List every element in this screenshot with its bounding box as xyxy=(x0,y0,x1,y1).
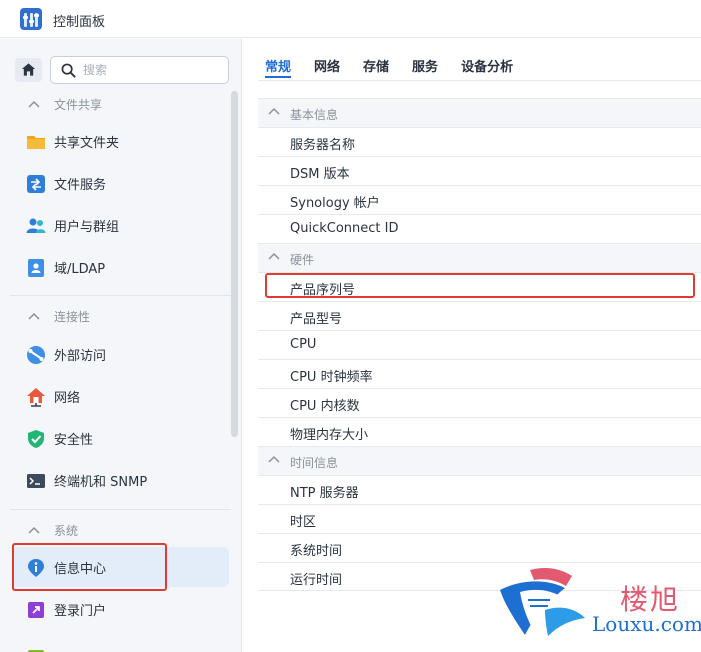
table-row: 物理内存大小 xyxy=(258,417,701,446)
sidebar-item-file-services[interactable]: 文件服务 xyxy=(12,163,229,203)
home-icon xyxy=(21,63,36,76)
tab-services[interactable]: 服务 xyxy=(412,56,438,78)
row-label: CPU 内核数 xyxy=(290,399,360,414)
table-row: NTP 服务器 xyxy=(258,475,701,504)
section-label: 文件共享 xyxy=(54,97,103,112)
search-icon xyxy=(61,63,76,78)
table-row: DSM 版本 xyxy=(258,156,701,185)
group-header-basic-info[interactable]: 基本信息 xyxy=(258,98,701,127)
sidebar-item-external-access[interactable]: 外部访问 xyxy=(12,334,229,374)
section-label: 连接性 xyxy=(54,309,91,324)
sidebar-item-shared-folder[interactable]: 共享文件夹 xyxy=(12,121,229,161)
chevron-up-icon xyxy=(28,100,40,108)
control-panel-app-icon xyxy=(20,8,42,30)
table-row: QuickConnect ID xyxy=(258,214,701,243)
row-label: CPU xyxy=(290,337,317,352)
shield-icon xyxy=(28,430,44,448)
group-header-hardware[interactable]: 硬件 xyxy=(258,243,701,272)
folder-icon xyxy=(27,136,45,149)
home-button[interactable] xyxy=(15,58,42,82)
table-row: CPU xyxy=(258,330,701,359)
table-row: CPU 内核数 xyxy=(258,388,701,417)
table-row: 服务器名称 xyxy=(258,127,701,156)
users-icon xyxy=(26,218,46,233)
sidebar-item-label: 网络 xyxy=(54,391,81,406)
group-label: 时间信息 xyxy=(290,456,339,470)
row-label: 运行时间 xyxy=(290,573,343,588)
group-label: 基本信息 xyxy=(290,108,339,122)
sidebar-scrollbar[interactable] xyxy=(231,91,238,437)
tab-network[interactable]: 网络 xyxy=(314,56,340,78)
table-row: 系统时间 xyxy=(258,533,701,562)
section-divider xyxy=(10,295,231,296)
terminal-icon xyxy=(27,474,45,488)
row-label: 系统时间 xyxy=(290,544,343,559)
sidebar-item-label: 域/LDAP xyxy=(54,262,106,277)
sidebar-item-security[interactable]: 安全性 xyxy=(12,418,229,458)
ldap-icon xyxy=(28,259,44,277)
chevron-up-icon xyxy=(28,312,40,320)
sidebar-item-label: 用户与群组 xyxy=(54,220,120,235)
tab-storage[interactable]: 存储 xyxy=(363,56,389,78)
section-header-system[interactable]: 系统 xyxy=(28,520,78,540)
tab-general[interactable]: 常规 xyxy=(265,56,292,78)
sidebar-item-label: 登录门户 xyxy=(54,604,107,619)
chevron-up-icon xyxy=(268,107,280,115)
sidebar: 文件共享 共享文件夹 文件服务 用户与群组 域/LDAP xyxy=(0,39,242,652)
login-portal-icon xyxy=(28,602,44,618)
table-row: 产品序列号 xyxy=(258,272,701,301)
search-input[interactable] xyxy=(83,61,223,79)
sidebar-item-label: 共享文件夹 xyxy=(54,136,120,151)
table-row: CPU 时钟频率 xyxy=(258,359,701,388)
row-label: CPU 时钟频率 xyxy=(290,370,373,385)
window-title: 控制面板 xyxy=(53,15,106,30)
sidebar-item-terminal-snmp[interactable]: 终端机和 SNMP xyxy=(12,460,229,500)
section-divider xyxy=(10,509,231,510)
sidebar-item-label: 安全性 xyxy=(54,433,94,448)
row-label: 时区 xyxy=(290,515,317,530)
row-label: DSM 版本 xyxy=(290,167,350,182)
section-label: 系统 xyxy=(54,523,79,538)
sidebar-item-label: 文件服务 xyxy=(54,178,107,193)
network-icon xyxy=(27,388,45,407)
file-services-icon xyxy=(27,175,45,193)
section-header-connectivity[interactable]: 连接性 xyxy=(28,306,90,326)
row-label: 产品序列号 xyxy=(290,283,356,298)
external-access-icon xyxy=(27,346,45,364)
chevron-up-icon xyxy=(28,526,40,534)
watermark-en-text: Louxu.com xyxy=(592,612,701,636)
group-header-time-info[interactable]: 时间信息 xyxy=(258,446,701,475)
sidebar-item-users-groups[interactable]: 用户与群组 xyxy=(12,205,229,245)
row-label: NTP 服务器 xyxy=(290,486,359,501)
sidebar-item-label: 外部访问 xyxy=(54,349,107,364)
sidebar-item-next-partial[interactable] xyxy=(12,631,229,652)
tab-bar: 常规 网络 存储 服务 设备分析 xyxy=(258,56,536,82)
row-label: 物理内存大小 xyxy=(290,428,369,443)
table-row: 产品型号 xyxy=(258,301,701,330)
app-icon xyxy=(28,650,44,652)
sidebar-item-network[interactable]: 网络 xyxy=(12,376,229,416)
row-label: Synology 帐户 xyxy=(290,196,380,211)
sidebar-item-info-center[interactable]: 信息中心 xyxy=(12,547,229,587)
row-label: 服务器名称 xyxy=(290,138,356,153)
info-icon xyxy=(28,559,44,577)
title-bar: 控制面板 xyxy=(0,0,701,38)
table-row: Synology 帐户 xyxy=(258,185,701,214)
section-header-file-sharing[interactable]: 文件共享 xyxy=(28,94,102,114)
sidebar-item-domain-ldap[interactable]: 域/LDAP xyxy=(12,247,229,287)
tab-device-analysis[interactable]: 设备分析 xyxy=(461,56,513,78)
row-label: 产品型号 xyxy=(290,312,343,327)
row-label: QuickConnect ID xyxy=(290,221,399,236)
sidebar-item-login-portal[interactable]: 登录门户 xyxy=(12,589,229,629)
info-table: 基本信息 服务器名称 DSM 版本 Synology 帐户 QuickConne… xyxy=(258,98,701,591)
group-label: 硬件 xyxy=(290,253,315,267)
tab-divider xyxy=(258,80,701,81)
chevron-up-icon xyxy=(268,252,280,260)
search-box[interactable] xyxy=(50,56,229,84)
sidebar-item-label: 终端机和 SNMP xyxy=(54,475,148,490)
sidebar-item-label: 信息中心 xyxy=(54,562,107,577)
chevron-up-icon xyxy=(268,455,280,463)
table-row: 时区 xyxy=(258,504,701,533)
